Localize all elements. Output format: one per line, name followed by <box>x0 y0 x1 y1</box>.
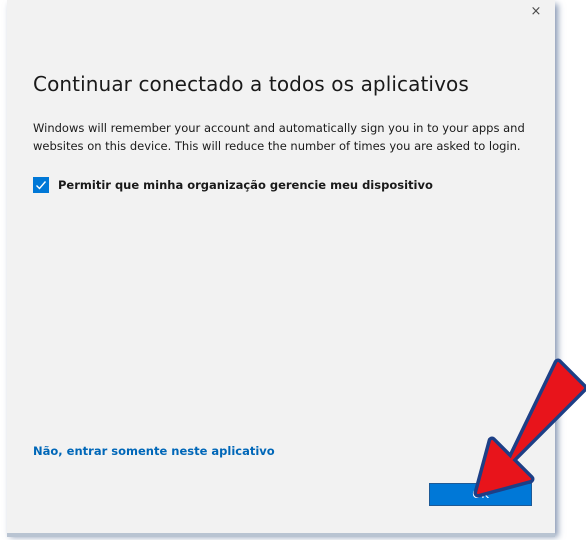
dialog-description: Windows will remember your account and a… <box>33 121 525 153</box>
checkmark-icon <box>36 181 47 190</box>
dialog-title: Continuar conectado a todos os aplicativ… <box>33 72 469 96</box>
close-icon: × <box>530 4 542 19</box>
screenshot-stage: × Continuar conectado a todos os aplicat… <box>0 0 586 540</box>
ok-button[interactable]: OK <box>429 483 532 506</box>
manage-device-checkbox-row[interactable]: Permitir que minha organização gerencie … <box>33 177 433 193</box>
dialog-shadow <box>7 533 555 537</box>
account-dialog: × Continuar conectado a todos os aplicat… <box>7 0 555 533</box>
sign-in-this-app-only-link[interactable]: Não, entrar somente neste aplicativo <box>33 444 275 458</box>
manage-device-checkbox-label: Permitir que minha organização gerencie … <box>58 178 433 192</box>
close-button[interactable]: × <box>525 2 547 22</box>
manage-device-checkbox[interactable] <box>33 177 49 193</box>
